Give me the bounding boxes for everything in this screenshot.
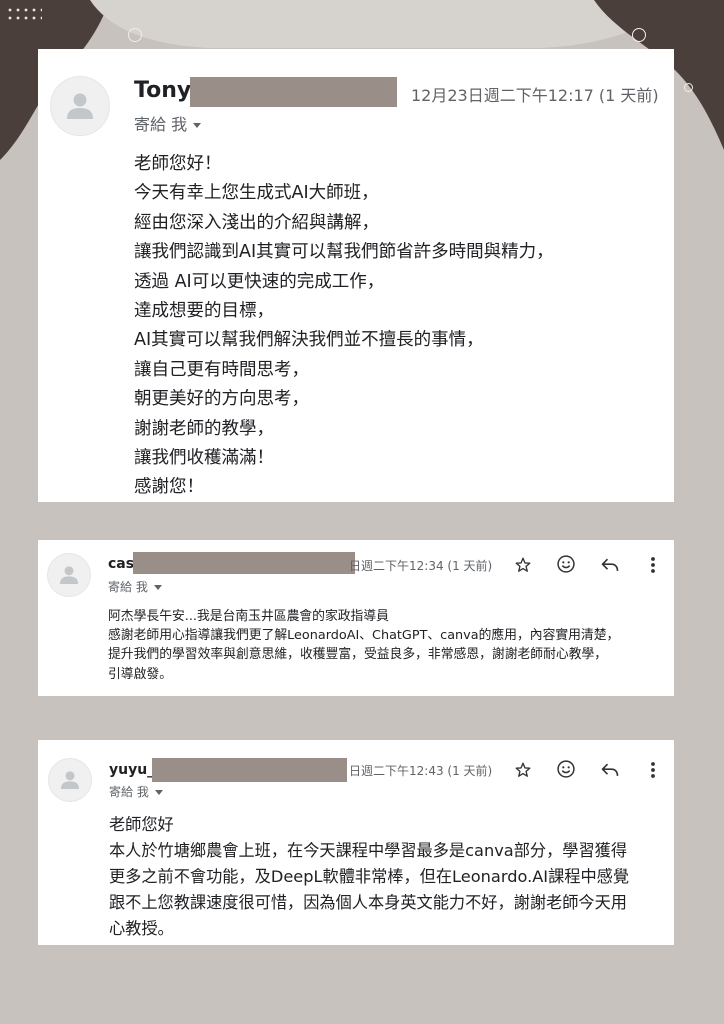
person-icon [61, 771, 79, 789]
email-card-1[interactable]: Tony 12月23日週二下午12:17 (1 天前) 寄給 我 老師您好！ 今… [38, 49, 674, 502]
recipient-dropdown[interactable]: 寄給 我 [109, 783, 163, 800]
more-vert-icon [651, 762, 655, 778]
body-line: 讓我們認識到AI其實可以幫我們節省許多時間與精力， [134, 242, 554, 263]
star-button[interactable] [512, 759, 534, 781]
emoji-icon [557, 555, 575, 573]
recipient-label: 寄給 我 [109, 785, 149, 799]
body-line: 提升我們的學習效率與創意思維，收穫豐富，受益良多，非常感恩，謝謝老師耐心教學， [108, 647, 608, 663]
redacted-sender-address [190, 77, 397, 107]
decorative-ring [128, 28, 142, 42]
body-line: 老師您好 [109, 815, 174, 834]
body-line: 透過 AI可以更快速的完成工作， [134, 271, 385, 292]
body-line: 感謝您！ [134, 477, 204, 498]
star-button[interactable] [512, 554, 534, 576]
decorative-ring [684, 83, 693, 92]
star-icon [515, 557, 531, 572]
emoji-reaction-button[interactable] [555, 758, 577, 780]
body-line: 經由您深入淺出的介紹與講解， [134, 212, 379, 233]
recipient-dropdown[interactable]: 寄給 我 [134, 111, 202, 135]
chevron-down-icon [193, 123, 202, 128]
person-icon [67, 93, 93, 119]
person-icon [60, 566, 78, 584]
chevron-down-icon [153, 585, 162, 590]
body-line: 更多之前不會功能，及DeepL軟體非常棒，但在Leonardo.AI課程中感覺 [109, 867, 630, 886]
email-timestamp: 12月23日週二下午12:17 (1 天前) [411, 86, 659, 105]
reply-button[interactable] [599, 554, 621, 576]
email-body: 老師您好！ 今天有幸上您生成式AI大師班， 經由您深入淺出的介紹與講解， 讓我們… [134, 150, 554, 502]
emoji-reaction-button[interactable] [555, 553, 577, 575]
body-line: AI其實可以幫我們解決我們並不擅長的事情， [134, 330, 484, 351]
body-line: 謝謝老師的教學， [134, 418, 274, 439]
redacted-sender-address [152, 758, 347, 782]
more-options-button[interactable] [643, 759, 663, 781]
body-line: 心教授。 [109, 919, 174, 938]
body-line: 本人於竹塘鄉農會上班，在今天課程中學習最多是canva部分，學習獲得 [109, 841, 628, 860]
sender-name: yuyu_ [109, 762, 155, 778]
body-line: 感謝老師用心指導讓我們更了解LeonardoAI、ChatGPT、canva的應… [108, 628, 620, 644]
recipient-label: 寄給 我 [134, 115, 188, 134]
body-line: 跟不上您教課速度很可惜，因為個人本身英文能力不好，謝謝老師今天用 [109, 893, 627, 912]
body-line: 老師您好！ [134, 154, 222, 174]
decorative-dots [6, 6, 42, 24]
decorative-ring [632, 28, 646, 42]
body-line: 讓我們收穫滿滿！ [134, 448, 274, 469]
star-icon [515, 762, 531, 777]
recipient-label: 寄給 我 [108, 580, 148, 594]
emoji-icon [557, 760, 575, 778]
redacted-sender-address [133, 552, 355, 574]
avatar [50, 76, 110, 136]
body-line: 朝更美好的方向思考， [134, 389, 309, 410]
reply-button[interactable] [599, 759, 621, 781]
body-line: 讓自己更有時間思考， [134, 359, 309, 380]
sender-name: Tony [134, 78, 192, 103]
email-card-2[interactable]: cas 日週二下午12:34 (1 天前) 寄給 我 阿杰學長午安...我是台南… [38, 540, 674, 696]
reply-icon [601, 763, 619, 776]
body-line: 達成想要的目標， [134, 301, 274, 322]
body-line: 今天有幸上您生成式AI大師班， [134, 183, 379, 204]
more-options-button[interactable] [643, 554, 663, 576]
email-body: 阿杰學長午安...我是台南玉井區農會的家政指導員 感謝老師用心指導讓我們更了解L… [108, 607, 619, 684]
email-timestamp: 日週二下午12:34 (1 天前) [349, 559, 493, 573]
sender-name: cas [108, 556, 135, 572]
reply-icon [601, 558, 619, 571]
email-card-3[interactable]: yuyu_ 日週二下午12:43 (1 天前) 寄給 我 老師您好 本人於竹塘鄉… [38, 740, 674, 945]
email-body: 老師您好 本人於竹塘鄉農會上班，在今天課程中學習最多是canva部分，學習獲得 … [109, 812, 629, 942]
avatar [48, 758, 92, 802]
avatar [47, 553, 91, 597]
recipient-dropdown[interactable]: 寄給 我 [108, 578, 162, 595]
chevron-down-icon [154, 790, 163, 795]
more-vert-icon [651, 557, 655, 573]
email-timestamp: 日週二下午12:43 (1 天前) [349, 764, 493, 778]
body-line: 阿杰學長午安...我是台南玉井區農會的家政指導員 [108, 609, 389, 624]
body-line: 引導啟發。 [108, 666, 172, 682]
